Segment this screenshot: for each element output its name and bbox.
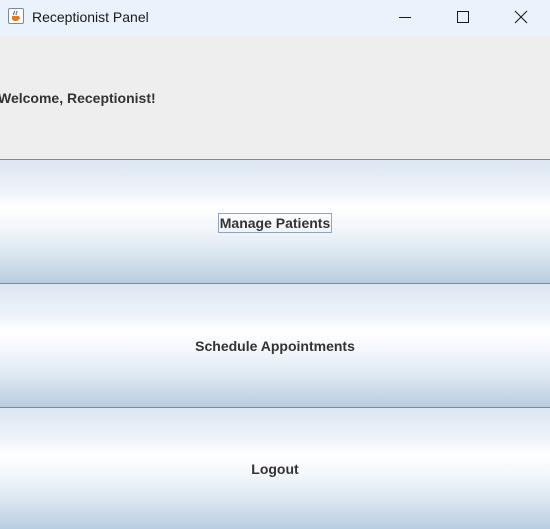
minimize-icon bbox=[399, 17, 411, 18]
manage-patients-button[interactable]: Manage Patients bbox=[0, 159, 550, 283]
maximize-button[interactable] bbox=[440, 0, 486, 34]
close-button[interactable] bbox=[498, 0, 544, 34]
manage-patients-label: Manage Patients bbox=[219, 215, 331, 231]
minimize-button[interactable] bbox=[382, 0, 428, 34]
title-bar[interactable]: Receptionist Panel bbox=[0, 0, 550, 36]
close-icon bbox=[514, 10, 528, 24]
logout-button[interactable]: Logout bbox=[0, 407, 550, 529]
logout-label: Logout bbox=[251, 461, 299, 477]
window-title: Receptionist Panel bbox=[32, 9, 149, 25]
maximize-icon bbox=[457, 11, 469, 23]
focus-indicator: Manage Patients bbox=[217, 213, 333, 233]
welcome-panel: Welcome, Receptionist! bbox=[0, 36, 550, 159]
java-cup-icon bbox=[8, 8, 24, 24]
welcome-label: Welcome, Receptionist! bbox=[0, 90, 156, 106]
schedule-appointments-button[interactable]: Schedule Appointments bbox=[0, 283, 550, 407]
receptionist-panel-window: Receptionist Panel Welcome, Receptionist… bbox=[0, 0, 550, 529]
schedule-appointments-label: Schedule Appointments bbox=[195, 338, 355, 354]
